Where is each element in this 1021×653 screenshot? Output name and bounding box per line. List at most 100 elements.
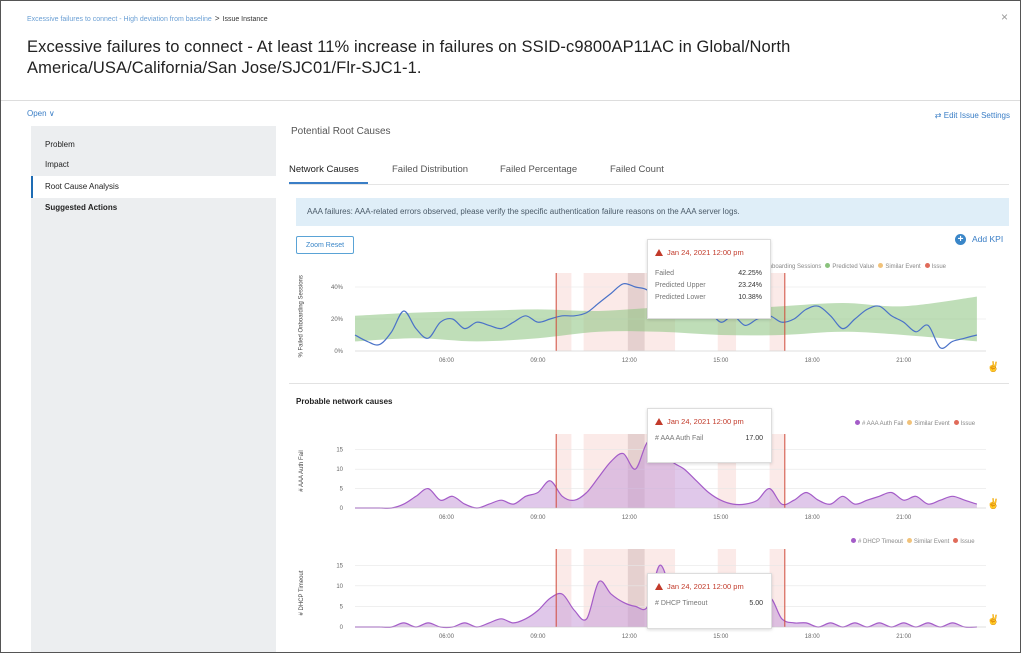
sidebar-item-root-cause-analysis[interactable]: Root Cause Analysis [31,176,276,198]
x-tick-label: 06:00 [439,515,455,521]
tooltip-label: Failed [655,270,675,277]
page-title: Excessive failures to connect - At least… [27,38,791,77]
x-tick-label: 21:00 [896,515,912,521]
tooltip-row: # AAA Auth Fail 17.00 [655,435,763,442]
zoom-reset-button[interactable]: Zoom Reset [296,236,354,254]
add-kpi-button[interactable]: + Add KPI [955,234,1004,246]
chevron-down-icon: ∨ [48,109,55,118]
tooltip-value: 5.00 [749,600,763,607]
warning-triangle-icon [655,249,663,256]
tooltip-value: 10.38% [738,294,762,301]
tooltip-label: Predicted Lower [655,294,706,301]
tab-failed-distribution[interactable]: Failed Distribution [392,164,468,175]
chart3-ylabel: # DHCP Timeout [299,570,305,616]
x-tick-label: 06:00 [439,634,455,640]
tooltip-label: # AAA Auth Fail [655,435,704,442]
edit-issue-settings-link[interactable]: ⇄ Edit Issue Settings [935,111,1010,120]
sidebar-item-suggested-actions[interactable]: Suggested Actions [31,197,276,219]
legend-aaa-dot [855,420,860,425]
x-tick-label: 06:00 [439,358,455,364]
sidebar-item-impact[interactable]: Impact [31,154,276,176]
x-tick-label: 21:00 [896,358,912,364]
x-tick-label: 12:00 [622,634,638,640]
warning-triangle-icon [655,583,663,590]
tooltip-header: Jan 24, 2021 12:00 pm [655,582,744,591]
edit-issue-settings-label: Edit Issue Settings [943,111,1010,120]
tooltip-aaa: Jan 24, 2021 12:00 pm # AAA Auth Fail 17.… [647,408,772,463]
x-tick-label: 21:00 [896,634,912,640]
tab-failed-count[interactable]: Failed Count [610,164,664,175]
thumbs-up-icon[interactable]: ✌ [987,615,999,626]
tab-failed-percentage[interactable]: Failed Percentage [500,164,577,175]
tab-network-causes[interactable]: Network Causes [289,164,359,175]
tooltip-row: # DHCP Timeout 5.00 [655,600,763,607]
section-divider [289,383,1009,384]
x-tick-label: 15:00 [713,358,729,364]
tooltip-value: 23.24% [738,282,762,289]
x-tick-label: 18:00 [805,358,821,364]
y-tick-label: 15 [336,448,343,454]
y-tick-label: 5 [340,487,344,493]
legend-dhcp: # DHCP Timeout Similar Event Issue [847,538,975,545]
breadcrumb: Excessive failures to connect - High dev… [27,14,268,23]
tooltip-date: Jan 24, 2021 12:00 pm [667,582,744,591]
sidebar-item-problem[interactable]: Problem [31,134,276,156]
tooltip-date: Jan 24, 2021 12:00 pm [667,417,744,426]
legend-issue: Issue [931,264,946,270]
legend-aaa-series: # AAA Auth Fail [862,421,904,427]
y-tick-label: 0 [340,506,344,512]
x-tick-label: 09:00 [530,515,546,521]
legend-similar: Similar Event [913,539,950,545]
thumbs-up-icon[interactable]: ✌ [987,362,999,373]
legend-issue-dot [953,420,959,425]
tooltip-value: 42.25% [738,270,762,277]
tooltip-date: Jan 24, 2021 12:00 pm [667,248,744,257]
legend-dhcp-dot [851,538,856,543]
breadcrumb-separator: > [214,14,220,23]
breadcrumb-current: Issue Instance [222,16,268,23]
tooltip-label: # DHCP Timeout [655,600,708,607]
legend-similar: Similar Event [885,264,921,270]
legend-predicted: Predicted Value [832,264,875,270]
tooltip-row: Failed 42.25% [655,270,762,277]
close-icon[interactable]: × [1001,10,1008,24]
y-tick-label: 5 [340,604,344,610]
x-tick-label: 18:00 [805,634,821,640]
chart1-ylabel: % Failed Onboarding Sessions [298,275,305,358]
y-tick-label: 0 [340,625,344,631]
x-tick-label: 15:00 [713,515,729,521]
info-banner: AAA failures: AAA-related errors observe… [296,198,1009,226]
legend-top: iled Onboarding Sessions Predicted Value S… [753,263,946,270]
legend-similar-dot [906,538,912,543]
settings-sliders-icon: ⇄ [934,111,942,120]
x-tick-label: 09:00 [530,358,546,364]
header-divider [1,100,1020,101]
legend-issue: Issue [960,539,975,545]
status-label: Open [27,109,47,118]
x-tick-label: 18:00 [805,515,821,521]
legend-similar-dot [878,263,884,268]
status-dropdown[interactable]: Open ∨ [27,109,55,118]
tooltip-row: Predicted Lower 10.38% [655,294,762,301]
plus-icon: + [955,234,966,246]
legend-issue-dot [953,538,959,543]
tooltip-row: Predicted Upper 23.24% [655,282,762,289]
legend-similar-dot [907,420,913,425]
issue-instance-panel: Excessive failures to connect - High dev… [0,0,1021,653]
probable-causes-title: Probable network causes [296,397,393,406]
y-tick-label: 0% [334,349,343,355]
x-tick-label: 09:00 [530,634,546,640]
tooltip-label: Predicted Upper [655,282,706,289]
add-kpi-label: Add KPI [972,234,1004,244]
tooltip-header: Jan 24, 2021 12:00 pm [655,248,744,257]
breadcrumb-parent-link[interactable]: Excessive failures to connect - High dev… [27,16,212,23]
thumbs-up-icon[interactable]: ✌ [987,499,999,510]
legend-aaa: # AAA Auth Fail Similar Event Issue [851,420,975,427]
legend-dhcp-series: # DHCP Timeout [858,539,903,545]
y-tick-label: 10 [336,467,343,473]
section-title: Potential Root Causes [291,126,391,137]
y-tick-label: 15 [336,563,343,569]
y-tick-label: 40% [331,285,344,291]
x-tick-label: 15:00 [713,634,729,640]
tooltip-header: Jan 24, 2021 12:00 pm [655,417,744,426]
